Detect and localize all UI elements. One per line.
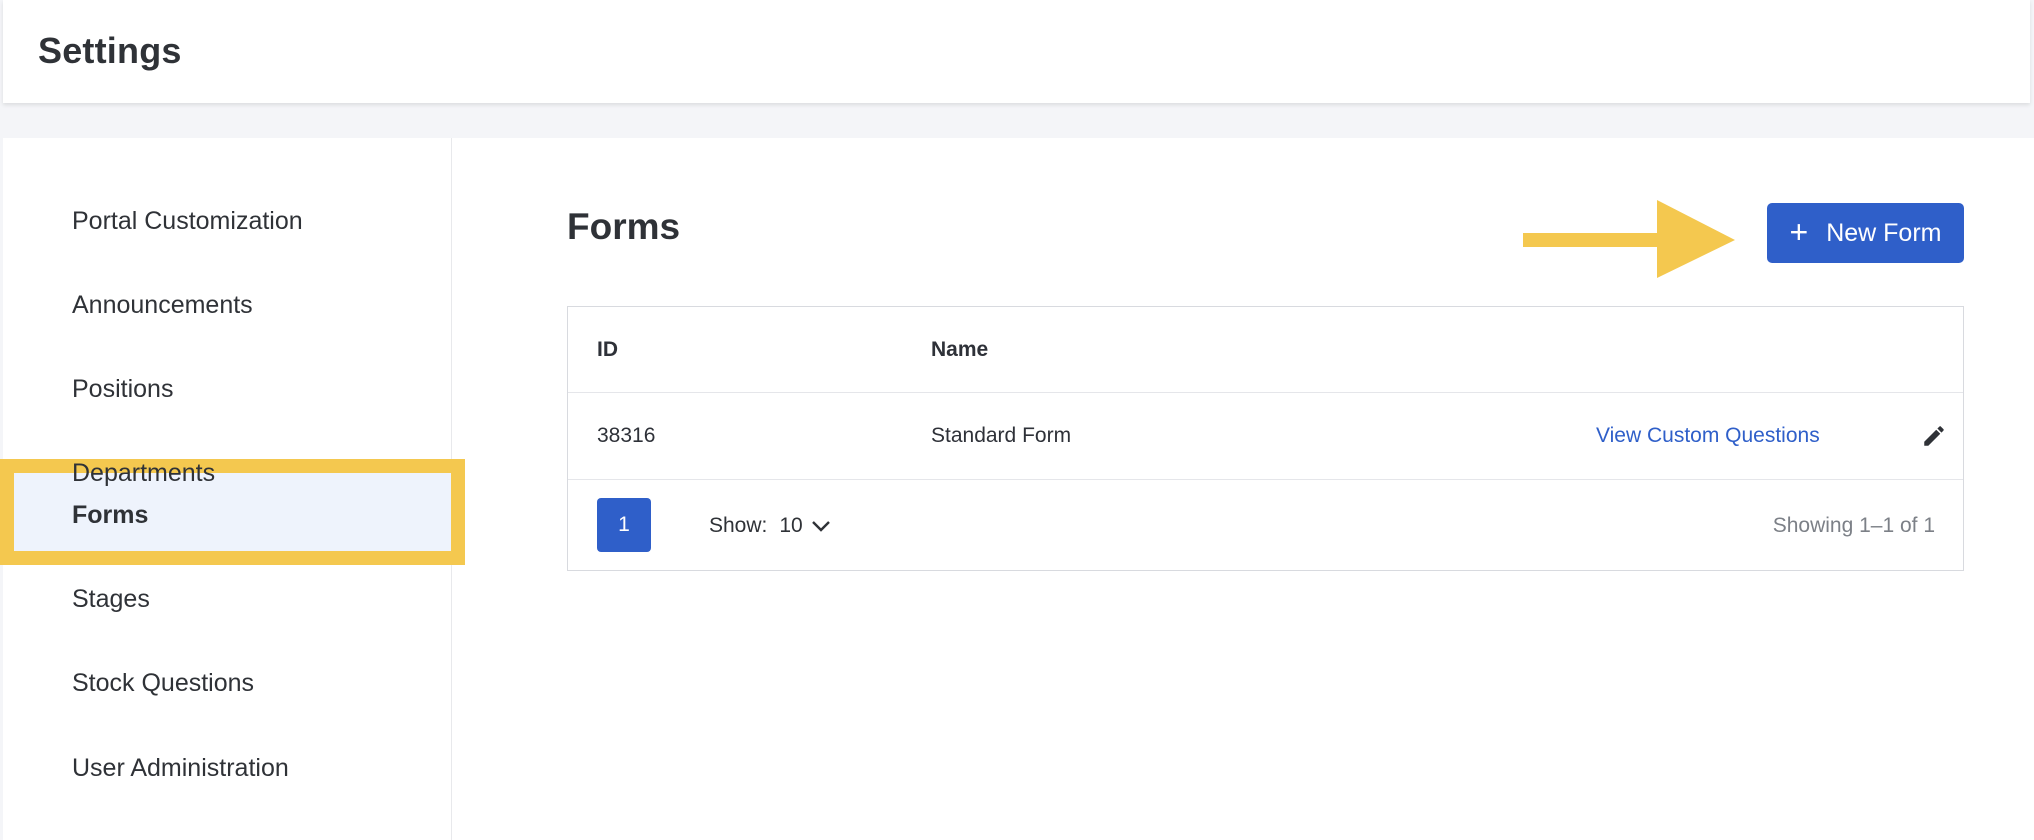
sidebar-item-announcements[interactable]: Announcements — [3, 263, 452, 347]
page-title: Settings — [38, 30, 182, 71]
pencil-icon[interactable] — [1921, 423, 1947, 449]
table-header-row: ID Name — [568, 307, 1963, 393]
table-row: 38316 Standard Form View Custom Question… — [568, 393, 1963, 480]
sidebar-item-label: Announcements — [72, 290, 253, 319]
page-size-value: 10 — [779, 514, 803, 537]
page-header: Settings — [3, 0, 2030, 103]
new-form-button[interactable]: + New Form — [1767, 203, 1964, 263]
sidebar-item-label: User Administration — [72, 753, 289, 782]
form-name: Standard Form — [931, 424, 1072, 447]
sidebar-item-stages[interactable]: Stages — [3, 557, 452, 641]
show-label: Show: — [709, 514, 768, 537]
sidebar-item-label: Stages — [72, 584, 150, 613]
sidebar-item-positions[interactable]: Positions — [3, 347, 452, 431]
sidebar-item-stock-questions[interactable]: Stock Questions — [3, 641, 452, 725]
column-header-id: ID — [597, 337, 618, 361]
sidebar-item-label: Portal Customization — [72, 206, 303, 235]
chevron-down-icon — [811, 521, 830, 532]
sidebar-item-label: Stock Questions — [72, 668, 255, 697]
settings-sidebar: Portal Customization Announcements Posit… — [0, 138, 465, 840]
sidebar-item-user-administration[interactable]: User Administration — [3, 726, 452, 810]
sidebar-item-portal-customization[interactable]: Portal Customization — [3, 179, 452, 263]
forms-table: ID Name 38316 Standard Form View Custom … — [567, 306, 1964, 571]
page-size-control: Show: 10 — [709, 514, 831, 538]
page-1-button[interactable]: 1 — [597, 498, 651, 552]
annotation-arrow — [1523, 200, 1735, 278]
sidebar-item-label: Positions — [72, 374, 174, 403]
form-id: 38316 — [597, 424, 656, 447]
sidebar-item-label: Forms — [72, 500, 149, 529]
plus-icon: + — [1789, 213, 1809, 250]
new-form-label: New Form — [1826, 218, 1942, 247]
sidebar-item-forms[interactable]: Forms — [3, 473, 452, 557]
column-header-name: Name — [931, 337, 989, 361]
table-footer: 1 Show: 10 Showing 1–1 of 1 — [568, 480, 1963, 572]
showing-count: Showing 1–1 of 1 — [1772, 514, 1935, 537]
view-custom-questions-link[interactable]: View Custom Questions — [1596, 424, 1820, 448]
page-size-select[interactable]: 10 — [779, 514, 830, 538]
forms-heading: Forms — [567, 206, 681, 247]
